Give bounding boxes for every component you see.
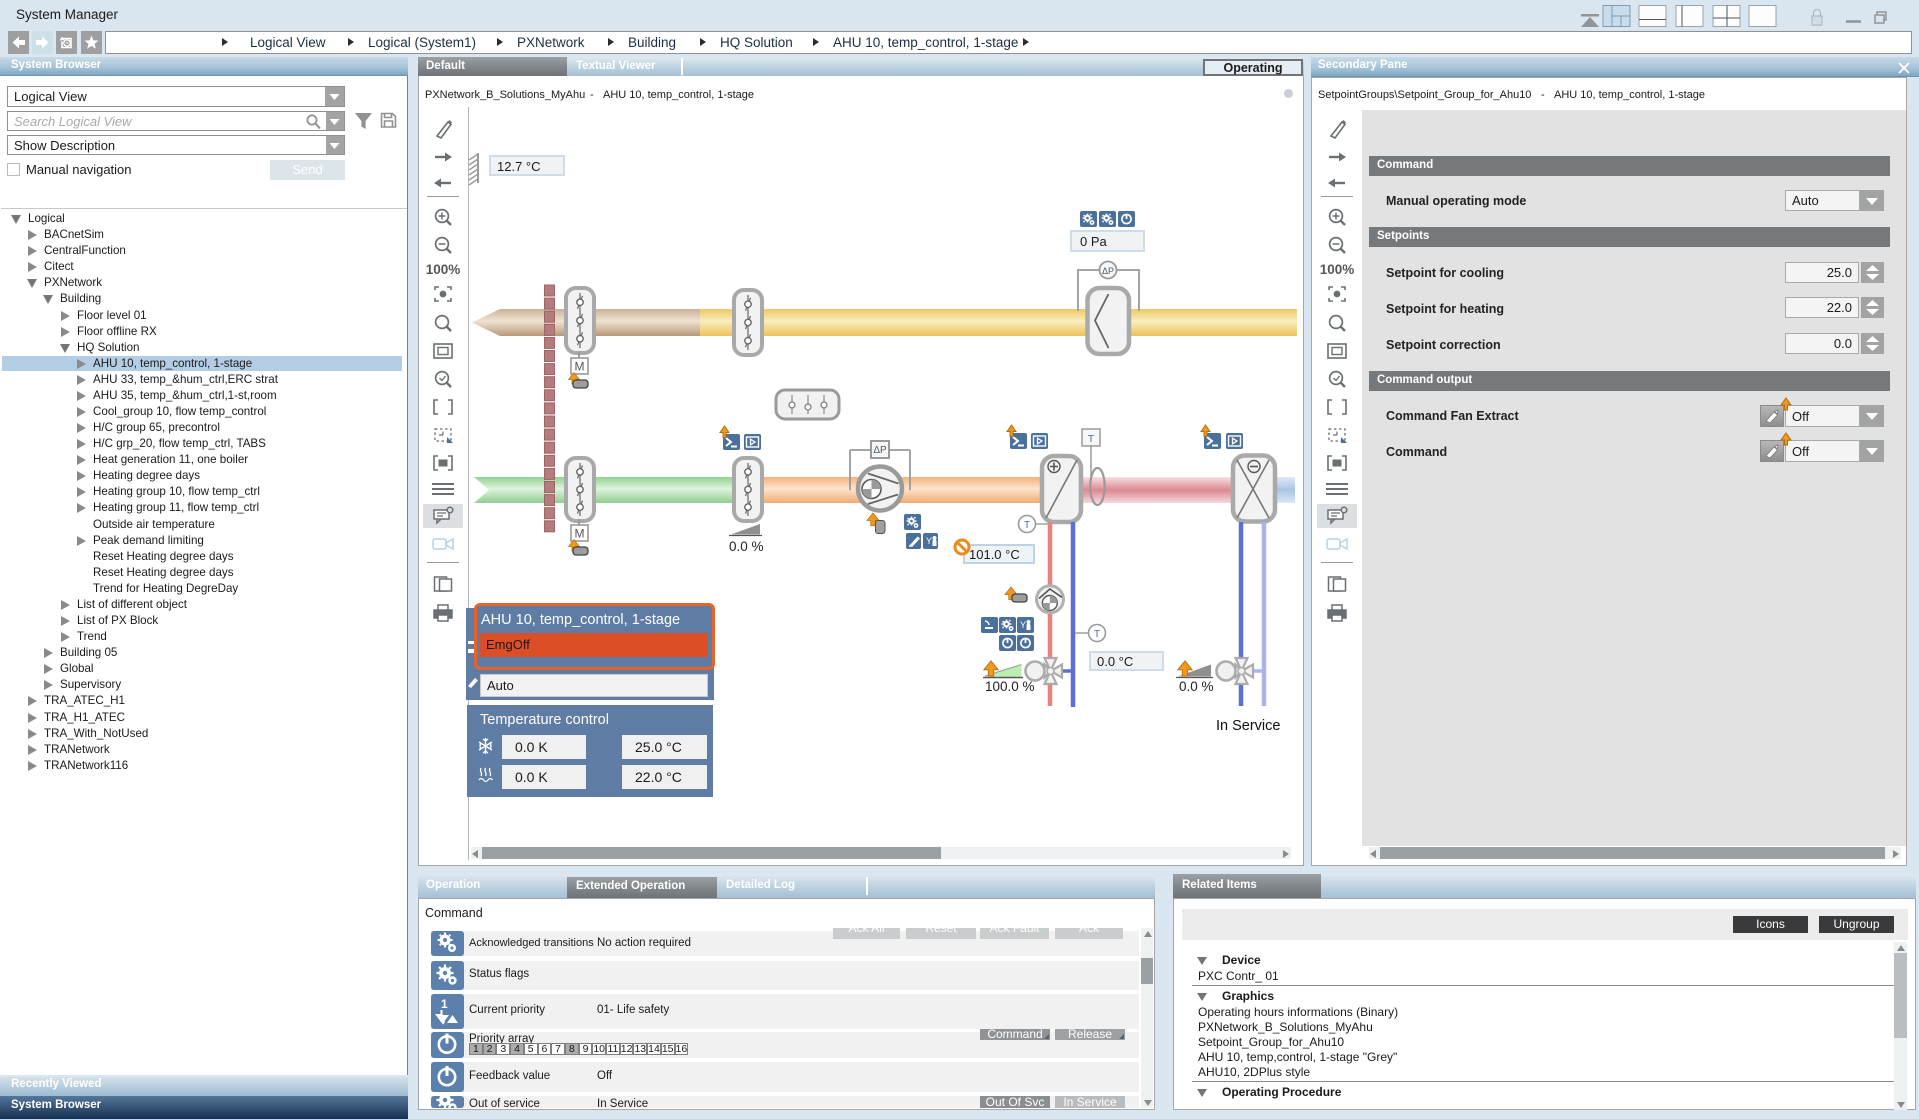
- svg-text:Y: Y: [1020, 620, 1026, 630]
- svg-text:ΔP: ΔP: [1102, 266, 1114, 276]
- svg-text:M: M: [575, 527, 585, 541]
- svg-text:1: 1: [441, 997, 448, 1011]
- svg-text:100.0 %: 100.0 %: [985, 679, 1035, 694]
- svg-text:0.0 %: 0.0 %: [1179, 679, 1214, 694]
- svg-text:T: T: [1094, 629, 1100, 640]
- svg-text:0.0 %: 0.0 %: [729, 539, 764, 554]
- svg-text:T: T: [1024, 520, 1030, 531]
- svg-text:100%: 100%: [1320, 262, 1355, 277]
- svg-text:ΔP: ΔP: [873, 445, 887, 456]
- svg-text:M: M: [575, 360, 585, 374]
- svg-text:In Service: In Service: [1216, 718, 1280, 734]
- svg-text:T: T: [1088, 433, 1095, 445]
- svg-text:Y: Y: [926, 536, 932, 546]
